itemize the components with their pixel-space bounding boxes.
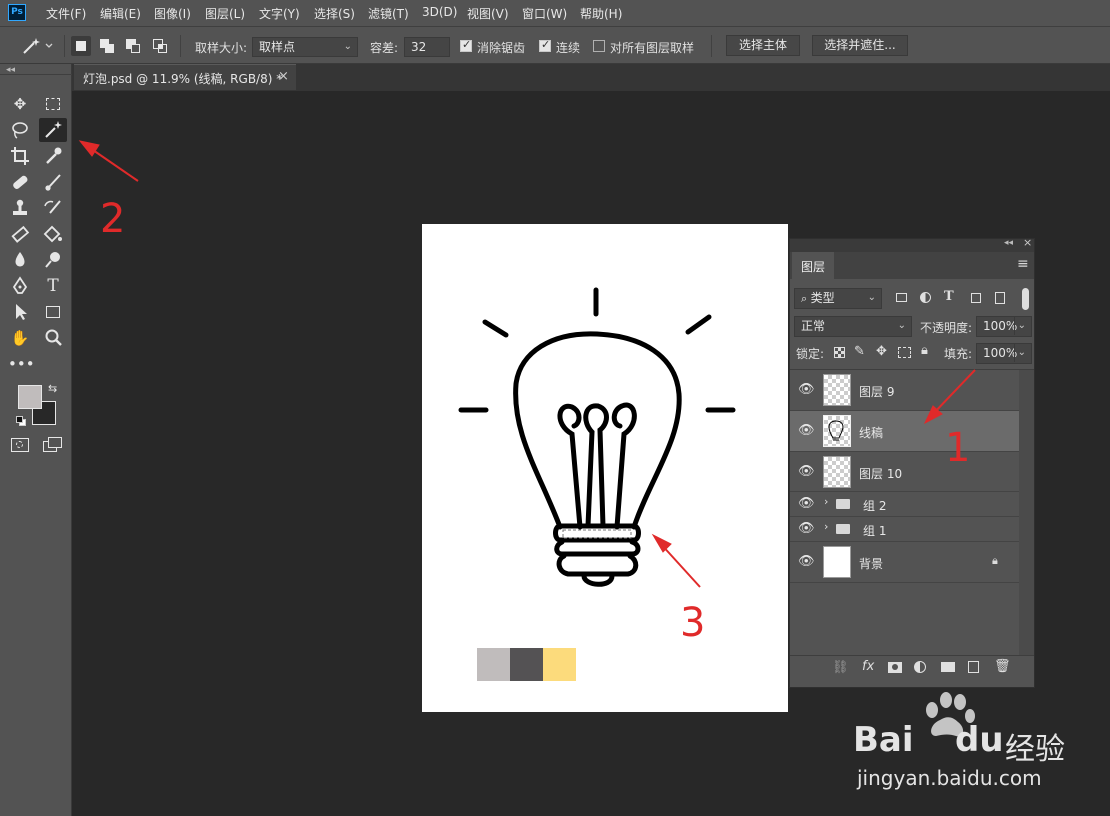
watermark-brand-bai: Bai — [853, 720, 914, 760]
watermark-url: jingyan.baidu.com — [857, 766, 1042, 790]
watermark-jingyan: 经验 — [1005, 732, 1065, 767]
annotation-number-3: 3 — [680, 600, 706, 646]
annotation-number-1: 1 — [945, 425, 971, 471]
watermark-brand-du: du — [955, 720, 1004, 760]
annotation-number-2: 2 — [100, 196, 126, 242]
baidu-jingyan-watermark: Bai du 经验 jingyan.baidu.com — [845, 690, 1105, 800]
